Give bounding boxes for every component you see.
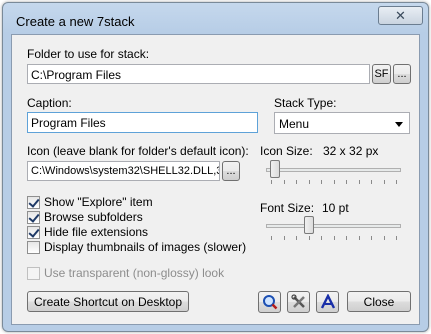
slider-tick bbox=[333, 180, 335, 184]
font-size-slider[interactable] bbox=[303, 216, 314, 234]
slider-tick bbox=[283, 236, 285, 240]
transparent-look-box bbox=[27, 266, 40, 280]
icon-size-track bbox=[266, 168, 401, 172]
folder-browse-button[interactable]: ... bbox=[393, 64, 411, 84]
option-checkbox[interactable]: Show "Explore" item bbox=[27, 195, 153, 209]
close-icon: ✕ bbox=[395, 7, 406, 23]
folder-path-field[interactable]: C:\Program Files bbox=[27, 64, 370, 84]
font-size-label: Font Size: bbox=[260, 201, 315, 215]
slider-tick bbox=[271, 236, 272, 240]
transparent-look-label: Use transparent (non-glossy) look bbox=[44, 266, 225, 280]
slider-tick bbox=[321, 236, 322, 240]
slider-tick bbox=[371, 180, 372, 184]
icon-path-label: Icon (leave blank for folder's default i… bbox=[27, 144, 249, 158]
checkbox-box bbox=[27, 210, 40, 224]
slider-tick bbox=[308, 180, 310, 184]
create-shortcut-button[interactable]: Create Shortcut on Desktop bbox=[27, 291, 189, 312]
special-folder-button[interactable]: SF bbox=[372, 64, 391, 84]
slider-tick bbox=[383, 180, 385, 184]
slider-tick bbox=[346, 180, 347, 184]
option-checkbox[interactable]: Hide file extensions bbox=[27, 225, 148, 239]
dialog-body: Folder to use for stack: C:\Program File… bbox=[11, 34, 420, 325]
option-label: Hide file extensions bbox=[44, 225, 149, 239]
slider-tick bbox=[308, 236, 310, 240]
slider-tick bbox=[371, 236, 372, 240]
stack-type-label: Stack Type: bbox=[274, 96, 337, 110]
slider-tick bbox=[333, 236, 335, 240]
window-title: Create a new 7stack bbox=[16, 14, 135, 29]
option-checkbox[interactable]: Display thumbnails of images (slower) bbox=[27, 240, 246, 254]
slider-tick bbox=[271, 180, 272, 184]
option-label: Browse subfolders bbox=[44, 210, 143, 224]
window-close-button[interactable]: ✕ bbox=[378, 6, 423, 25]
font-icon bbox=[320, 294, 335, 309]
title-bar: Create a new 7stack ✕ bbox=[3, 3, 428, 37]
font-size-track bbox=[266, 224, 401, 228]
option-checkbox[interactable]: Browse subfolders bbox=[27, 210, 143, 224]
caption-field[interactable]: Program Files bbox=[27, 112, 258, 133]
icon-size-slider[interactable] bbox=[269, 160, 280, 178]
tools-icon bbox=[290, 294, 305, 308]
slider-tick bbox=[283, 180, 285, 184]
checkbox-box bbox=[27, 240, 40, 254]
option-label: Display thumbnails of images (slower) bbox=[44, 240, 247, 254]
icon-browse-button[interactable]: ... bbox=[222, 161, 240, 181]
close-button[interactable]: Close bbox=[347, 291, 411, 312]
option-label: Show "Explore" item bbox=[44, 195, 153, 209]
font-button[interactable] bbox=[316, 291, 339, 313]
icon-path-field[interactable]: C:\Windows\system32\SHELL32.DLL,3 bbox=[27, 161, 220, 181]
caption-label: Caption: bbox=[27, 96, 72, 110]
slider-tick bbox=[296, 180, 297, 184]
folder-label: Folder to use for stack: bbox=[27, 47, 150, 61]
slider-tick bbox=[396, 236, 397, 240]
slider-tick bbox=[321, 180, 322, 184]
slider-tick bbox=[358, 236, 360, 240]
font-size-value: 10 pt bbox=[322, 201, 349, 215]
slider-tick bbox=[358, 180, 360, 184]
icon-size-label: Icon Size: bbox=[260, 144, 313, 158]
slider-tick bbox=[383, 236, 385, 240]
chevron-down-icon bbox=[395, 122, 403, 127]
checkbox-box bbox=[27, 195, 40, 209]
dialog-window: Create a new 7stack ✕ Folder to use for … bbox=[2, 2, 429, 332]
stack-type-value: Menu bbox=[279, 117, 310, 131]
magnifier-icon bbox=[262, 295, 277, 310]
icon-size-value: 32 x 32 px bbox=[323, 144, 379, 158]
slider-tick bbox=[296, 236, 297, 240]
transparent-look-checkbox[interactable]: Use transparent (non-glossy) look bbox=[27, 266, 224, 280]
stack-type-select[interactable]: Menu bbox=[274, 112, 410, 134]
slider-tick bbox=[396, 180, 397, 184]
settings-button[interactable] bbox=[287, 291, 310, 313]
checkbox-box bbox=[27, 225, 40, 239]
slider-tick bbox=[346, 236, 347, 240]
preview-button[interactable] bbox=[258, 291, 281, 313]
